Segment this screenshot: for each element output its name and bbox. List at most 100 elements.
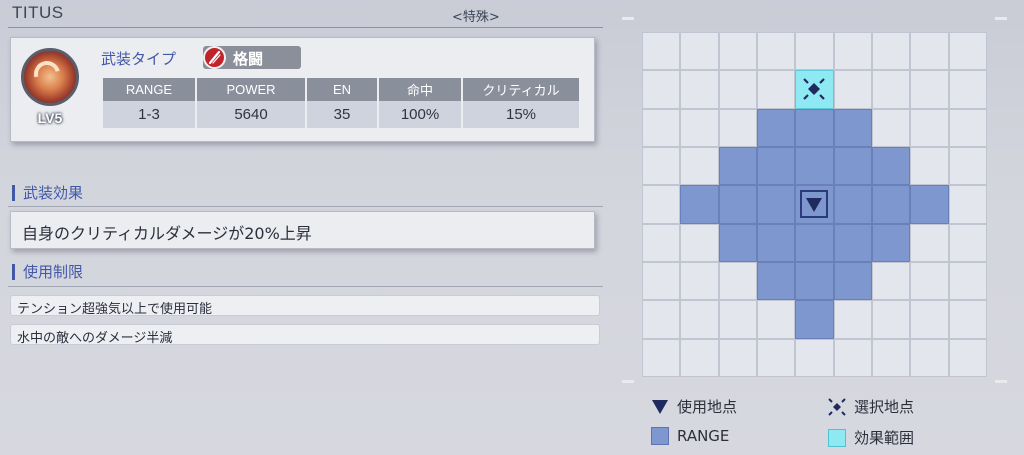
legend-range-label: RANGE — [677, 427, 730, 445]
grid-cell — [757, 300, 796, 339]
grid-cell — [680, 262, 719, 301]
grid-cell — [718, 338, 757, 377]
legend-range: RANGE — [651, 427, 729, 445]
use-point-icon — [796, 186, 832, 222]
stat-header-power: POWER — [196, 78, 307, 101]
grid-cell-range — [910, 185, 949, 224]
weapon-category: <特殊> — [452, 10, 500, 25]
grid-cell — [795, 338, 834, 377]
grid-corner-mark — [995, 17, 1007, 20]
weapon-name: TITUS — [12, 3, 64, 22]
stat-value-range: 1-3 — [103, 101, 197, 128]
stat-value-critical: 15% — [462, 101, 581, 128]
grid-cell — [795, 32, 834, 71]
grid-cell — [718, 108, 757, 147]
grid-cell — [948, 32, 987, 71]
stats-header-row: RANGE POWER EN 命中 クリティカル — [103, 78, 581, 101]
grid-cell — [680, 147, 719, 186]
grid-cell-range — [795, 300, 834, 339]
grid-corner-mark — [622, 17, 634, 20]
grid-cell — [948, 223, 987, 262]
grid-cell-range — [795, 262, 834, 301]
grid-cell-range — [718, 223, 757, 262]
weapon-level: LV5 — [37, 110, 63, 126]
stats-value-row: 1-3 5640 35 100% 15% — [103, 101, 581, 128]
grid-cell — [872, 262, 911, 301]
range-grid — [642, 32, 987, 377]
restriction-item-text: テンション超強気以上で使用可能 — [17, 302, 213, 317]
grid-cell — [642, 262, 681, 301]
legend-select-point: 選択地点 — [828, 396, 914, 417]
grid-cell — [948, 262, 987, 301]
grid-cell-range — [833, 262, 872, 301]
grid-cell — [948, 338, 987, 377]
select-point-icon — [796, 71, 832, 107]
weapon-type-badge: 格闘 — [203, 46, 301, 69]
grid-cell-range — [833, 147, 872, 186]
restriction-section-divider — [8, 286, 603, 287]
stat-header-accuracy: 命中 — [378, 78, 463, 101]
grid-cell — [948, 300, 987, 339]
effect-text: 自身のクリティカルダメージが20%上昇 — [22, 224, 312, 243]
grid-cell — [872, 300, 911, 339]
legend-effect-area: 効果範囲 — [828, 427, 914, 448]
grid-cell — [757, 32, 796, 71]
target-cross-icon — [828, 397, 846, 416]
grid-cell — [642, 147, 681, 186]
grid-cell-range — [757, 223, 796, 262]
grid-cell — [910, 70, 949, 109]
grid-cell-range — [718, 147, 757, 186]
grid-corner-mark — [622, 380, 634, 383]
stat-value-en: 35 — [306, 101, 379, 128]
grid-cell — [833, 338, 872, 377]
grid-cell — [910, 32, 949, 71]
grid-cell-range — [872, 147, 911, 186]
grid-cell — [910, 338, 949, 377]
grid-cell — [718, 70, 757, 109]
grid-cell — [680, 108, 719, 147]
grid-cell — [872, 108, 911, 147]
grid-cell — [757, 338, 796, 377]
restriction-item-text: 水中の敵へのダメージ半減 — [17, 331, 173, 346]
grid-cell-range — [872, 185, 911, 224]
stats-table: RANGE POWER EN 命中 クリティカル 1-3 5640 35 100… — [103, 78, 581, 128]
stat-header-range: RANGE — [103, 78, 197, 101]
restriction-item: テンション超強気以上で使用可能 — [10, 295, 600, 317]
grid-cell-range — [833, 108, 872, 147]
grid-cell-range — [757, 262, 796, 301]
grid-cell — [833, 70, 872, 109]
grid-cell — [642, 300, 681, 339]
grid-cell — [948, 147, 987, 186]
grid-cell-range — [872, 223, 911, 262]
grid-cell — [910, 300, 949, 339]
grid-cell — [948, 108, 987, 147]
grid-cell — [642, 108, 681, 147]
grid-cell-range — [795, 223, 834, 262]
stat-value-accuracy: 100% — [378, 101, 463, 128]
grid-cell — [910, 147, 949, 186]
grid-cell-range — [833, 185, 872, 224]
grid-cell-range — [795, 108, 834, 147]
grid-cell — [910, 108, 949, 147]
header-divider — [8, 27, 603, 28]
legend-use-point-label: 使用地点 — [677, 398, 738, 416]
restriction-section-title: 使用制限 — [12, 264, 83, 280]
stat-value-power: 5640 — [196, 101, 307, 128]
grid-cell-range — [680, 185, 719, 224]
effect-box: 自身のクリティカルダメージが20%上昇 — [10, 211, 595, 249]
slash-icon — [203, 46, 226, 69]
grid-cell — [680, 70, 719, 109]
weapon-info-card: LV5 武装タイプ 格闘 RANGE POWER EN 命中 クリティカル 1-… — [10, 37, 595, 142]
grid-cell — [642, 70, 681, 109]
grid-cell-range — [795, 147, 834, 186]
effect-section-divider — [8, 206, 603, 207]
grid-cell-effect — [795, 70, 834, 109]
grid-cell — [833, 32, 872, 71]
grid-cell — [910, 262, 949, 301]
grid-cell — [642, 223, 681, 262]
grid-cell-range — [833, 223, 872, 262]
weapon-type-label: 武装タイプ — [101, 50, 177, 68]
grid-cell — [948, 70, 987, 109]
grid-cell — [757, 70, 796, 109]
grid-cell-range — [718, 185, 757, 224]
